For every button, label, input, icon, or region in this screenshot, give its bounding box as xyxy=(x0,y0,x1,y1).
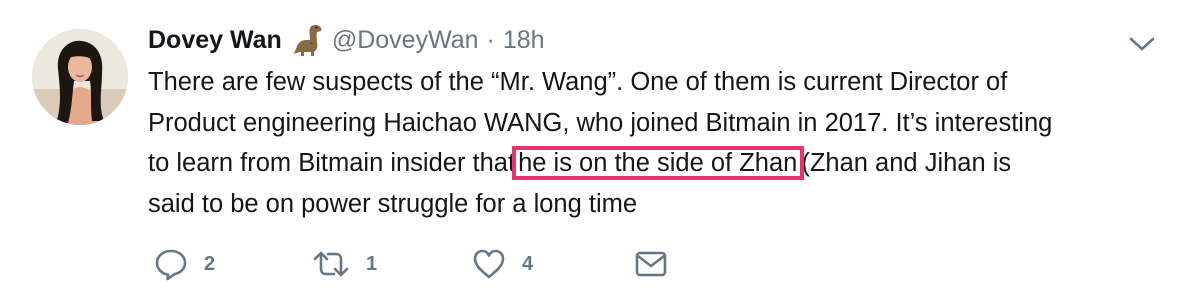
tweet-text-line-3-after: (Zhan and Jihan is xyxy=(801,149,1012,177)
dinosaur-emoji-icon xyxy=(290,22,326,58)
tweet-text-line-2: Product engineering Haichao WANG, who jo… xyxy=(148,108,1053,137)
tweet-actions: 2 1 4 xyxy=(154,244,714,284)
reply-button[interactable]: 2 xyxy=(154,244,215,284)
heart-icon xyxy=(473,249,505,279)
tweet-text-line-1: There are few suspects of the “Mr. Wang”… xyxy=(148,68,1008,96)
tweet[interactable]: Dovey Wan @DoveyWan · 18h There are few … xyxy=(0,0,1182,296)
author-handle[interactable]: @DoveyWan xyxy=(332,26,479,55)
retweet-button[interactable]: 1 xyxy=(312,244,377,284)
more-options-chevron-down-icon[interactable] xyxy=(1126,30,1158,58)
tweet-header: Dovey Wan @DoveyWan · 18h xyxy=(148,20,545,60)
reply-count: 2 xyxy=(204,252,216,275)
tweet-text-line-4: said to be on power struggle for a long … xyxy=(148,189,638,218)
tweet-text-line-3-before: to learn from Bitmain insider that xyxy=(148,149,516,177)
retweet-count: 1 xyxy=(366,252,378,275)
like-button[interactable]: 4 xyxy=(472,244,533,284)
highlighted-phrase: he is on the side of Zhan xyxy=(512,146,805,180)
author-name[interactable]: Dovey Wan xyxy=(148,26,282,55)
like-count: 4 xyxy=(522,252,534,275)
retweet-icon xyxy=(313,251,349,277)
avatar[interactable] xyxy=(32,29,128,125)
tweet-text: There are few suspects of the “Mr. Wang”… xyxy=(148,62,1158,224)
reply-icon xyxy=(155,249,187,281)
header-separator: · xyxy=(486,25,495,54)
avatar-image xyxy=(32,29,128,125)
direct-message-button[interactable] xyxy=(634,244,668,284)
tweet-text-line-3: to learn from Bitmain insider that he is … xyxy=(148,143,1158,184)
tweet-timestamp[interactable]: 18h xyxy=(503,26,545,55)
envelope-icon xyxy=(635,251,667,277)
